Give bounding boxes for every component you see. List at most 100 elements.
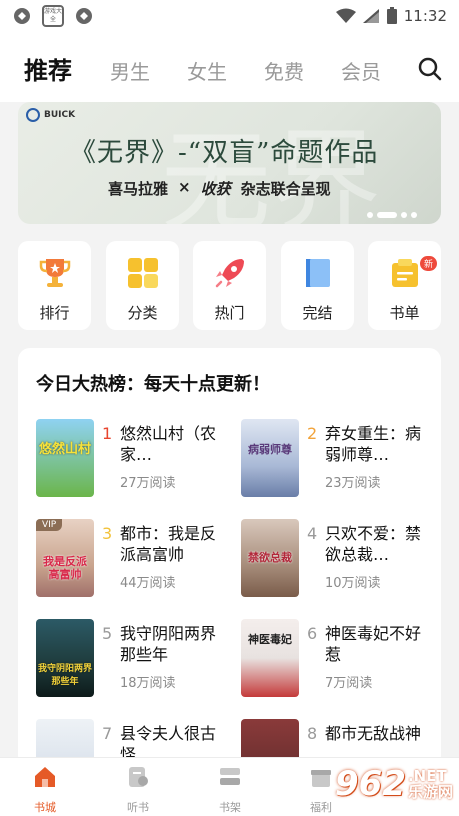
wifi-icon [335, 8, 356, 23]
book-item[interactable]: VIP 我是反派高富帅 3 都市：我是反派高富帅 44万阅读 [36, 519, 226, 599]
tab-male[interactable]: 男生 [110, 56, 150, 85]
rocket-icon [215, 259, 244, 288]
book-cover: 禁欲总裁 [241, 519, 299, 597]
quick-entry-label: 书单 [389, 304, 420, 322]
banner-brand: BUICK [26, 108, 75, 122]
pagination-dot [401, 212, 407, 218]
gift-icon [311, 770, 331, 787]
nav-bookshelf[interactable]: 书架 [200, 764, 260, 815]
nav-label: 听书 [127, 801, 149, 814]
book-title: 我守阴阳两界那些年 [120, 624, 217, 664]
finished-book-icon [306, 259, 330, 287]
nav-label: 书架 [219, 801, 241, 814]
read-count: 44万阅读 [120, 576, 176, 591]
read-count: 10万阅读 [325, 576, 381, 591]
nav-bookstore[interactable]: 书城 [15, 764, 75, 815]
rank-number: 3 [102, 524, 113, 543]
quick-entry-ranking[interactable]: 排行 [18, 241, 91, 330]
watermark-site: 乐游网 [407, 783, 453, 801]
book-title: 都市无敌战神 [325, 724, 422, 743]
nav-label: 书城 [34, 801, 56, 814]
home-icon [35, 767, 55, 787]
book-cover: 神医毒妃 [241, 619, 299, 697]
status-bar: 游戏大全 11:32 [0, 0, 459, 32]
rank-number: 5 [102, 624, 113, 643]
app-notification-icon [74, 6, 94, 26]
rank-number: 6 [307, 624, 318, 643]
grid-icon [128, 258, 158, 288]
read-count: 18万阅读 [120, 676, 176, 691]
rank-number: 8 [307, 724, 318, 743]
book-cover: 悠然山村 [36, 419, 94, 497]
bookshelf-icon [220, 768, 240, 785]
book-title: 神医毒妃不好惹 [325, 624, 422, 664]
read-count: 27万阅读 [120, 476, 176, 491]
quick-entry-hot[interactable]: 热门 [193, 241, 266, 330]
watermark-net: .NET [407, 767, 447, 785]
cover-title: 禁欲总裁 [248, 551, 292, 564]
listen-icon [129, 767, 148, 787]
trophy-icon [39, 259, 71, 287]
book-cover: VIP 我是反派高富帅 [36, 519, 94, 597]
book-list-icon [392, 259, 418, 287]
tab-vip[interactable]: 会员 [341, 56, 381, 85]
read-count: 7万阅读 [325, 676, 373, 691]
promo-banner[interactable]: 无界 BUICK 《无界》-“双盲”命题作品 喜马拉雅 × 收获 杂志联合呈现 [18, 102, 441, 224]
top-tab-bar: 推荐 男生 女生 免费 会员 [0, 32, 459, 102]
vip-badge: VIP [36, 519, 63, 531]
new-badge: 新 [419, 256, 437, 271]
cover-title: 我是反派高富帅 [43, 555, 87, 581]
book-title: 只欢不爱：禁欲总裁… [325, 524, 422, 564]
quick-entry-finished[interactable]: 完结 [281, 241, 354, 330]
book-item[interactable]: 我守阴阳两界那些年 5 我守阴阳两界那些年 18万阅读 [36, 619, 226, 699]
book-item[interactable]: 病弱师尊 2 弃女重生：病弱师尊… 23万阅读 [241, 419, 431, 499]
pagination-dot [367, 212, 373, 218]
battery-icon [386, 7, 397, 24]
banner-partner-2: 收获 [200, 180, 231, 198]
brand-label: BUICK [44, 110, 76, 120]
rank-number: 2 [307, 424, 318, 443]
banner-title: 《无界》-“双盲”命题作品 [70, 138, 379, 168]
tab-female[interactable]: 女生 [187, 56, 227, 85]
cover-title: 悠然山村 [38, 442, 91, 457]
quick-entry-label: 排行 [39, 304, 70, 322]
game-center-icon: 游戏大全 [42, 5, 64, 27]
quick-entry-label: 分类 [127, 304, 158, 322]
rank-number: 1 [102, 424, 113, 443]
book-item[interactable]: 神医毒妃 6 神医毒妃不好惹 7万阅读 [241, 619, 431, 699]
hot-list-card: 今日大热榜：每天十点更新！ 悠然山村 1 悠然山村（农家… 27万阅读 病弱师尊… [18, 348, 441, 797]
tab-free[interactable]: 免费 [264, 56, 304, 85]
nav-listen[interactable]: 听书 [108, 764, 168, 815]
book-title: 都市：我是反派高富帅 [120, 524, 217, 564]
book-cover: 我守阴阳两界那些年 [36, 619, 94, 697]
book-cover: 病弱师尊 [241, 419, 299, 497]
rank-number: 4 [307, 524, 318, 543]
site-watermark: 962 .NET 乐游网 [335, 764, 453, 804]
banner-pagination [367, 212, 417, 218]
status-time: 11:32 [403, 7, 447, 25]
cover-title: 神医毒妃 [248, 633, 292, 646]
cover-title: 病弱师尊 [248, 443, 292, 456]
tab-recommend[interactable]: 推荐 [24, 51, 72, 86]
search-icon[interactable] [417, 56, 443, 82]
hot-list-heading: 今日大热榜：每天十点更新！ [36, 374, 270, 395]
quick-entry-booklist[interactable]: 新 书单 [368, 241, 441, 330]
quick-entry-label: 完结 [302, 304, 333, 322]
pagination-dot [411, 212, 417, 218]
book-item[interactable]: 悠然山村 1 悠然山村（农家… 27万阅读 [36, 419, 226, 499]
watermark-number: 962 [335, 764, 406, 804]
quick-entry-category[interactable]: 分类 [106, 241, 179, 330]
buick-logo-icon [26, 108, 40, 122]
signal-icon [362, 9, 379, 23]
banner-partner-1: 喜马拉雅 [108, 180, 169, 198]
cover-title: 我守阴阳两界那些年 [38, 664, 93, 687]
read-count: 23万阅读 [325, 476, 381, 491]
quick-entry-label: 热门 [214, 304, 245, 322]
banner-separator: × [178, 178, 191, 196]
book-title: 弃女重生：病弱师尊… [325, 424, 422, 464]
app-notification-icon [12, 6, 32, 26]
book-item[interactable]: 禁欲总裁 4 只欢不爱：禁欲总裁… 10万阅读 [241, 519, 431, 599]
pagination-dot-active [377, 212, 397, 218]
rank-number: 7 [102, 724, 113, 743]
banner-partner-3: 杂志联合呈现 [240, 180, 331, 198]
